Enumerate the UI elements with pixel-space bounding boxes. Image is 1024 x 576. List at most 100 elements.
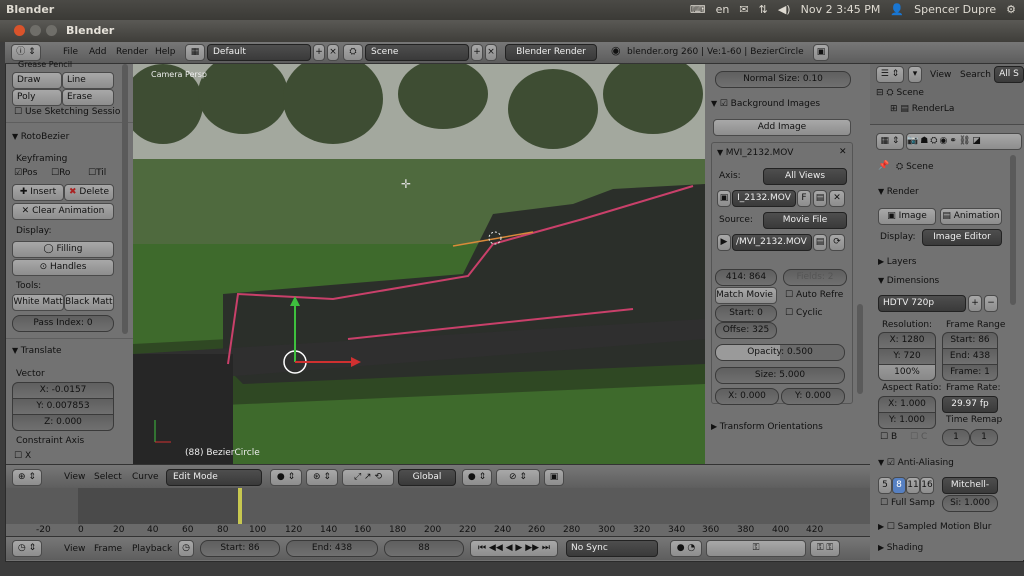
preview-range-icon[interactable]: ◷ xyxy=(178,540,194,557)
dimensions-panel-header[interactable]: Dimensions xyxy=(878,276,940,286)
tool-shelf-scrollbar[interactable] xyxy=(122,64,128,334)
outliner-renderlayers-item[interactable]: ⊞ ▤ RenderLa xyxy=(890,104,954,114)
menu-render[interactable]: Render xyxy=(116,47,148,57)
size-field[interactable]: Size: 5.000 xyxy=(715,367,845,384)
render-display-dropdown[interactable]: Image Editor xyxy=(922,229,1002,246)
language-indicator[interactable]: en xyxy=(716,3,730,16)
add-scene-button[interactable]: + xyxy=(471,44,483,61)
scene-icon[interactable]: ⛭ xyxy=(343,44,363,61)
menu-curve[interactable]: Curve xyxy=(132,472,159,482)
frame-step-field[interactable]: Frame: 1 xyxy=(942,364,998,381)
add-screen-button[interactable]: + xyxy=(313,44,325,61)
mail-icon[interactable]: ✉ xyxy=(739,3,748,16)
remove-scene-button[interactable]: × xyxy=(485,44,497,61)
background-images-header[interactable]: ☑ Background Images xyxy=(711,99,820,109)
render-preview-icon[interactable]: ▣ xyxy=(544,469,564,486)
editor-type-info-button[interactable]: ⓘ ⇕ xyxy=(11,44,41,61)
gear-icon[interactable]: ⚙ xyxy=(1006,3,1016,16)
timeline-start-field[interactable]: Start: 86 xyxy=(200,540,280,557)
viewport-shading-dropdown[interactable]: ● ⇕ xyxy=(270,469,302,486)
screen-layout-field[interactable]: Default xyxy=(207,44,311,61)
pin-icon[interactable]: 📌 xyxy=(878,161,889,171)
offset-field[interactable]: Offse: 325 xyxy=(715,322,777,339)
file-browse-icon[interactable]: ▤ xyxy=(813,234,827,251)
keying-set-field[interactable]: ⚿ xyxy=(706,540,806,557)
timeline[interactable]: -20 0 20 40 60 80 100 120 140 160 180 20… xyxy=(6,488,870,536)
network-icon[interactable]: ⇅ xyxy=(759,3,768,16)
auto-refresh-checkbox[interactable]: ☐ Auto Refre xyxy=(785,290,843,300)
open-image-icon[interactable]: ▤ xyxy=(813,190,827,207)
maximize-window-button[interactable] xyxy=(46,25,57,36)
manipulator-toggles[interactable]: ⤢ ↗ ⟲ xyxy=(342,469,394,486)
black-matte-button[interactable]: Black Matte xyxy=(64,294,114,311)
frame-start-field[interactable]: Start: 86 xyxy=(942,332,998,349)
use-sketching-checkbox[interactable]: ☐ Use Sketching Sessio xyxy=(14,107,120,117)
bg-images-checkbox[interactable]: ☑ xyxy=(720,99,731,109)
resolution-percentage-slider[interactable]: 100% xyxy=(878,364,936,381)
fake-user-button[interactable]: F xyxy=(797,190,811,207)
cyclic-checkbox[interactable]: ☐ Cyclic xyxy=(785,308,822,318)
screen-layout-icon[interactable]: ▦ xyxy=(185,44,205,61)
close-window-button[interactable] xyxy=(14,25,25,36)
poly-button[interactable]: Poly xyxy=(12,89,62,106)
menu-timeline-view[interactable]: View xyxy=(64,544,85,554)
source-dropdown[interactable]: Movie File xyxy=(763,212,847,229)
insert-keyframe-button[interactable]: ✚ Insert xyxy=(12,184,64,201)
aa-samples-11[interactable]: 11 xyxy=(906,477,920,494)
editor-type-timeline-button[interactable]: ◷ ⇕ xyxy=(12,540,42,557)
time-remap-new-field[interactable]: 1 xyxy=(970,429,998,446)
handles-toggle[interactable]: ⊙ Handles xyxy=(12,259,114,276)
editor-type-outliner-button[interactable]: ☰ ⇕ xyxy=(876,66,904,83)
frame-end-field[interactable]: End: 438 xyxy=(942,348,998,365)
keyframe-rot-checkbox[interactable]: ☐Ro xyxy=(51,168,70,178)
menu-add[interactable]: Add xyxy=(89,47,106,57)
translate-y-field[interactable]: Y: 0.007853 xyxy=(12,398,114,415)
white-matte-button[interactable]: White Matt xyxy=(12,294,64,311)
render-engine-dropdown[interactable]: Blender Render xyxy=(505,44,597,61)
translate-panel-header[interactable]: Translate xyxy=(12,346,62,356)
remove-preset-button[interactable]: − xyxy=(984,295,998,312)
unlink-image-icon[interactable]: ✕ xyxy=(829,190,845,207)
reload-icon[interactable]: ⟳ xyxy=(829,234,845,251)
sync-mode-dropdown[interactable]: No Sync xyxy=(566,540,658,557)
menu-file[interactable]: File xyxy=(63,47,78,57)
delete-keyframe-button[interactable]: ✖ Delete xyxy=(64,184,114,201)
filling-toggle[interactable]: ◯ Filling xyxy=(12,241,114,258)
anti-aliasing-checkbox[interactable]: ☑ xyxy=(887,458,898,468)
position-x-field[interactable]: X: 0.000 xyxy=(715,388,779,405)
anti-aliasing-panel-header[interactable]: ☑ Anti-Aliasing xyxy=(878,458,954,468)
outliner-display-mode[interactable]: All S xyxy=(994,66,1024,83)
image-name-field[interactable]: I_2132.MOV xyxy=(732,190,796,207)
erase-button[interactable]: Erase xyxy=(62,89,114,106)
time-remap-old-field[interactable]: 1 xyxy=(942,429,970,446)
snap-toggle[interactable]: ⊘ ⇕ xyxy=(496,469,540,486)
add-image-button[interactable]: Add Image xyxy=(713,119,851,136)
aspect-y-field[interactable]: Y: 1.000 xyxy=(878,412,936,429)
start-field[interactable]: Start: 0 xyxy=(715,305,777,322)
translate-x-field[interactable]: X: -0.0157 xyxy=(12,382,114,399)
aspect-x-field[interactable]: X: 1.000 xyxy=(878,396,936,413)
motion-blur-checkbox[interactable]: ☐ xyxy=(887,522,898,532)
position-y-field[interactable]: Y: 0.000 xyxy=(781,388,845,405)
menu-view[interactable]: View xyxy=(64,472,85,482)
translate-z-field[interactable]: Z: 0.000 xyxy=(12,414,114,431)
full-sample-checkbox[interactable]: ☐ Full Samp xyxy=(880,498,935,508)
current-frame-marker[interactable] xyxy=(238,488,242,524)
volume-icon[interactable]: ◀) xyxy=(778,3,791,16)
constraint-x-checkbox[interactable]: ☐ X xyxy=(14,451,31,461)
transform-orientation-dropdown[interactable]: Global xyxy=(398,469,456,486)
clock[interactable]: Nov 2 3:45 PM xyxy=(801,3,881,16)
outliner-menu-view[interactable]: View xyxy=(930,70,951,80)
user-name[interactable]: Spencer Dupre xyxy=(914,3,996,16)
pivot-point-dropdown[interactable]: ⊛ ⇕ xyxy=(306,469,338,486)
movie-item-header[interactable]: MVI_2132.MOV xyxy=(717,148,794,158)
clear-animation-button[interactable]: ✕ Clear Animation xyxy=(12,203,114,220)
opacity-slider[interactable]: Opacity: 0.500 xyxy=(715,344,845,361)
axis-dropdown[interactable]: All Views xyxy=(763,168,847,185)
image-browse-icon[interactable]: ▣ xyxy=(717,190,731,207)
menu-frame[interactable]: Frame xyxy=(94,544,122,554)
aa-samples-5[interactable]: 5 xyxy=(878,477,892,494)
editor-type-3dview-button[interactable]: ⊕ ⇕ xyxy=(12,469,42,486)
draw-button[interactable]: Draw xyxy=(12,72,62,89)
resolution-y-field[interactable]: Y: 720 xyxy=(878,348,936,365)
